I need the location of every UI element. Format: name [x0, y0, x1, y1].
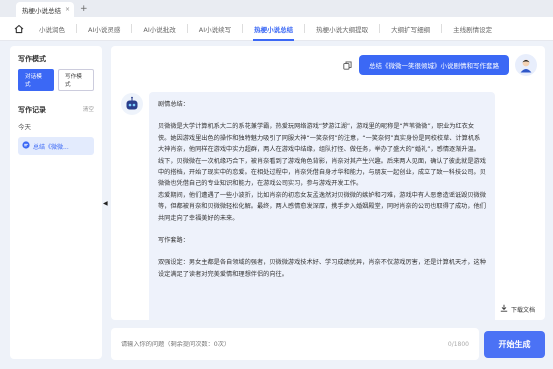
- chat-panel: 总结《微微一笑很倾城》小说剧情和写作套路 剧情总结： 贝微微是大学计算机系大二的…: [111, 46, 545, 320]
- generate-button[interactable]: 开始生成: [484, 331, 545, 358]
- window-tab[interactable]: 热梗小说总结 ×: [16, 2, 75, 17]
- writing-mode-button[interactable]: 写作模式: [58, 69, 94, 91]
- bot-paragraph: 剧情总结：: [158, 101, 189, 108]
- bot-paragraph: 双强设定：男女主都是各自领域的强者，贝微微游戏技术好、学习成绩优异，肖奈不仅游戏…: [158, 259, 486, 278]
- tab-ai-continue[interactable]: AI小说续写: [188, 17, 242, 41]
- download-label: 下载文档: [510, 306, 535, 314]
- mode-title: 写作模式: [18, 55, 46, 63]
- home-icon[interactable]: [10, 17, 28, 41]
- record-item-label: 总结《微微...: [33, 143, 69, 151]
- feature-navbar: 小说润色 AI小说灵感 AI小说批改 AI小说续写 热梗小说总结 热梗小说大纲提…: [0, 17, 553, 41]
- bot-paragraph: 写作套路：: [158, 237, 189, 245]
- user-avatar-icon: [515, 54, 537, 76]
- download-button[interactable]: 下载文档: [500, 304, 535, 314]
- tab-novel-polish[interactable]: 小说润色: [28, 17, 76, 41]
- record-item[interactable]: 总结《微微...: [18, 137, 94, 155]
- tab-hot-summary[interactable]: 热梗小说总结: [243, 17, 304, 41]
- tab-outline-extract[interactable]: 热梗小说大纲提取: [305, 17, 379, 41]
- question-input[interactable]: [121, 340, 421, 348]
- user-message-bubble: 总结《微微一笑很倾城》小说剧情和写作套路: [359, 55, 509, 75]
- window-tab-title: 热梗小说总结: [22, 6, 61, 15]
- tab-ai-inspiration[interactable]: AI小说灵感: [77, 17, 131, 41]
- question-input-box: 0/1800: [111, 328, 479, 360]
- window-titlebar: 热梗小说总结 × +: [0, 0, 553, 17]
- bot-paragraph: 恋爱期间，他们遭遇了一些小波折，比如肖奈的初恋女友孟逸然对贝微微的嫉妒和刁难，游…: [158, 191, 486, 222]
- sidebar: 写作模式 对话模式 写作模式 写作记录 清空 今天 总结《微微...: [10, 46, 102, 359]
- tab-outline-expand[interactable]: 大纲扩写细纲: [380, 17, 441, 41]
- user-message-row: 总结《微微一笑很倾城》小说剧情和写作套路: [341, 54, 537, 76]
- robot-icon: [121, 93, 143, 115]
- records-title: 写作记录: [18, 106, 46, 114]
- mode-switch: 对话模式 写作模式: [18, 69, 94, 91]
- close-icon[interactable]: ×: [65, 6, 70, 13]
- bot-paragraph: 贝微微是大学计算机系大二的系花兼学霸，热爱玩网络游戏“梦游江湖”，游戏里的昵称是…: [158, 123, 481, 154]
- collapse-arrow-icon[interactable]: ◀: [103, 200, 108, 207]
- bot-paragraph: 线下，贝微微在一次机缘巧合下，被肖奈看到了游戏角色背影，肖奈对其产生兴趣。后来两…: [158, 157, 486, 188]
- records-header: 写作记录 清空: [18, 103, 94, 115]
- tab-ai-review[interactable]: AI小说批改: [132, 17, 186, 41]
- add-tab-icon[interactable]: +: [80, 2, 88, 17]
- bot-message-bubble: 剧情总结： 贝微微是大学计算机系大二的系花兼学霸，热爱玩网络游戏“梦游江湖”，游…: [149, 92, 495, 320]
- dialog-mode-button[interactable]: 对话模式: [18, 69, 54, 91]
- tab-main-plot[interactable]: 主线剧情设定: [442, 17, 503, 41]
- clear-records-button[interactable]: 清空: [83, 105, 94, 113]
- today-label: 今天: [18, 123, 31, 131]
- chat-bubble-icon: [22, 141, 30, 151]
- char-counter: 0/1800: [447, 340, 469, 348]
- copy-icon[interactable]: [341, 59, 353, 71]
- download-icon: [500, 304, 508, 314]
